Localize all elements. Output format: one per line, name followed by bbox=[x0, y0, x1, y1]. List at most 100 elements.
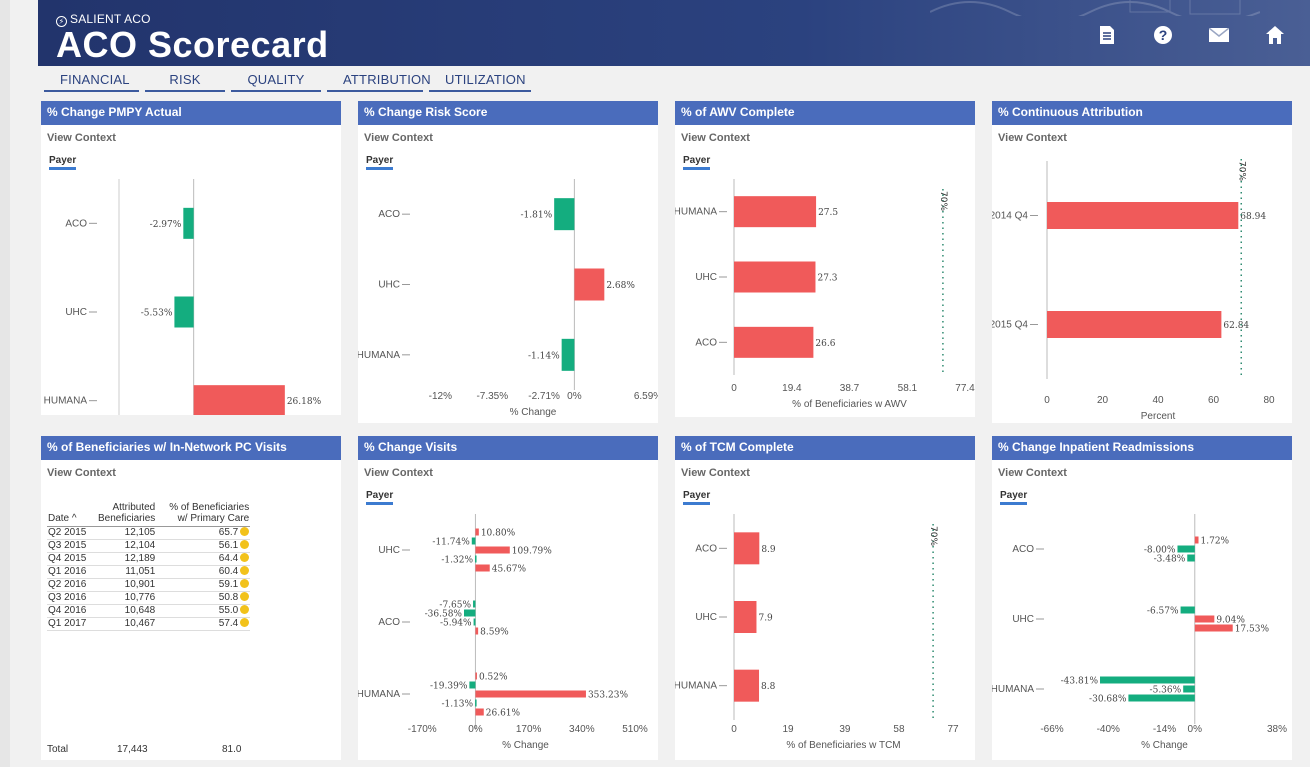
bar bbox=[554, 198, 575, 231]
data-label: 353.23% bbox=[588, 691, 628, 701]
target-label: 70% bbox=[938, 191, 948, 211]
status-dot-icon bbox=[240, 527, 250, 536]
svg-text:?: ? bbox=[1159, 27, 1168, 43]
help-icon[interactable]: ? bbox=[1152, 24, 1174, 46]
bar bbox=[475, 699, 477, 707]
tick-label: 77 bbox=[947, 724, 959, 735]
table-row[interactable]: Q1 2017 10,467 57.4 bbox=[47, 617, 251, 631]
home-icon[interactable] bbox=[1264, 24, 1286, 46]
axis-title: % Change bbox=[1141, 740, 1188, 751]
cell-pct: 50.8 bbox=[156, 591, 251, 605]
tick-label: 38% bbox=[1267, 724, 1287, 735]
tick-label: 20 bbox=[1097, 395, 1109, 406]
table-row[interactable]: Q1 2016 11,051 60.4 bbox=[47, 565, 251, 579]
category-label: 2015 Q4 bbox=[992, 320, 1028, 331]
table-row[interactable]: Q2 2015 12,105 65.7 bbox=[47, 526, 251, 540]
total-pct: 81.0 bbox=[222, 744, 242, 755]
data-label: -30.68% bbox=[1089, 695, 1127, 705]
tick-label: -12% bbox=[429, 391, 452, 402]
data-label: 8.59% bbox=[480, 628, 509, 638]
table-row[interactable]: Q3 2015 12,104 56.1 bbox=[47, 539, 251, 553]
bar bbox=[734, 326, 814, 358]
data-label: 26.61% bbox=[486, 709, 521, 719]
tab-financial[interactable]: FINANCIAL bbox=[44, 70, 139, 92]
cell-attributed: 10,648 bbox=[97, 604, 157, 618]
bar bbox=[574, 268, 605, 301]
data-label: -11.74% bbox=[432, 538, 470, 548]
cell-date: Q2 2016 bbox=[47, 578, 97, 592]
data-label: -5.36% bbox=[1150, 686, 1182, 696]
tab-utilization[interactable]: UTILIZATION bbox=[429, 70, 531, 92]
tick-label: -170% bbox=[408, 724, 437, 735]
table-row[interactable]: Q2 2016 10,901 59.1 bbox=[47, 578, 251, 592]
data-label: 26.6 bbox=[815, 339, 835, 349]
table-row[interactable]: Q3 2016 10,776 50.8 bbox=[47, 591, 251, 605]
tick-label: 0 bbox=[731, 724, 737, 735]
category-label: 2014 Q4 bbox=[992, 211, 1028, 222]
category-label: HUMANA bbox=[358, 350, 400, 361]
view-context-label: View Context bbox=[681, 132, 750, 144]
panel-risk-score: % Change Risk Score View Context Payer A… bbox=[358, 101, 658, 423]
cell-attributed: 10,901 bbox=[97, 578, 157, 592]
view-context-label: View Context bbox=[364, 132, 433, 144]
category-label: ACO bbox=[1012, 544, 1034, 555]
category-label: HUMANA bbox=[358, 689, 400, 700]
bar bbox=[473, 600, 476, 608]
bar bbox=[475, 708, 484, 716]
axis-title: % Change bbox=[510, 407, 557, 418]
bar bbox=[475, 546, 510, 554]
column-header-date[interactable]: Date ^ bbox=[47, 502, 97, 527]
axis-title: % Change bbox=[502, 740, 549, 751]
pc-visits-table: Date ^ Attributed Beneficiaries % of Ben… bbox=[47, 502, 251, 631]
bar bbox=[734, 669, 760, 702]
category-label: ACO bbox=[695, 543, 717, 554]
table-row[interactable]: Q4 2016 10,648 55.0 bbox=[47, 604, 251, 618]
status-dot-icon bbox=[240, 605, 250, 614]
category-label: UHC bbox=[1012, 614, 1034, 625]
panel-readmissions: % Change Inpatient Readmissions View Con… bbox=[992, 436, 1292, 760]
category-label: ACO bbox=[378, 617, 400, 628]
data-label: -43.81% bbox=[1061, 677, 1099, 687]
data-label: -1.13% bbox=[441, 700, 473, 710]
tick-label: -14% bbox=[1153, 724, 1176, 735]
header-decoration bbox=[930, 0, 1260, 16]
report-icon[interactable] bbox=[1096, 24, 1118, 46]
panel-title: % Change PMPY Actual bbox=[41, 101, 341, 125]
left-edge bbox=[0, 0, 10, 767]
tick-label: 77.4 bbox=[955, 383, 975, 394]
column-header-pct[interactable]: % of Beneficiaries w/ Primary Care bbox=[156, 502, 251, 527]
panel-title: % of TCM Complete bbox=[675, 436, 975, 460]
tick-label: -2.71% bbox=[528, 391, 560, 402]
mail-icon[interactable] bbox=[1208, 24, 1230, 46]
view-context-label: View Context bbox=[364, 467, 433, 479]
panel-visits: % Change Visits View Context Payer UHC 10… bbox=[358, 436, 658, 760]
tick-label: 6.59% bbox=[634, 391, 658, 402]
tab-attribution[interactable]: ATTRIBUTION bbox=[327, 70, 431, 92]
bar bbox=[1187, 554, 1195, 562]
bar bbox=[1194, 536, 1199, 544]
column-header-attributed[interactable]: Attributed Beneficiaries bbox=[97, 502, 157, 527]
axis-title: % of Beneficiaries w TCM bbox=[786, 740, 900, 751]
data-label: -3.48% bbox=[1154, 555, 1186, 565]
axis-title: % of Beneficiaries w AWV bbox=[792, 399, 907, 410]
panel-title: % Continuous Attribution bbox=[992, 101, 1292, 125]
tick-label: 19.4 bbox=[782, 383, 802, 394]
view-context-label: View Context bbox=[47, 132, 116, 144]
tick-label: 19 bbox=[782, 724, 794, 735]
bar bbox=[1177, 545, 1195, 553]
tab-risk[interactable]: RISK bbox=[145, 70, 225, 92]
cell-date: Q4 2016 bbox=[47, 604, 97, 618]
risk-chart: ACO -1.81% UHC 2.68% HUMANA -1.14% -12% -7.35% -… bbox=[358, 179, 658, 418]
data-label: -6.57% bbox=[1147, 607, 1179, 617]
cell-pct: 59.1 bbox=[156, 578, 251, 592]
table-row[interactable]: Q4 2015 12,189 64.4 bbox=[47, 552, 251, 566]
cell-attributed: 12,189 bbox=[97, 552, 157, 566]
data-label: 2.68% bbox=[606, 281, 635, 291]
cell-attributed: 12,104 bbox=[97, 539, 157, 553]
category-label: UHC bbox=[378, 280, 400, 291]
bar bbox=[471, 537, 476, 545]
total-label: Total bbox=[47, 744, 69, 755]
tab-quality[interactable]: QUALITY bbox=[231, 70, 321, 92]
data-label: 45.67% bbox=[492, 565, 527, 575]
panel-title: % of Beneficiaries w/ In-Network PC Visi… bbox=[41, 436, 341, 460]
